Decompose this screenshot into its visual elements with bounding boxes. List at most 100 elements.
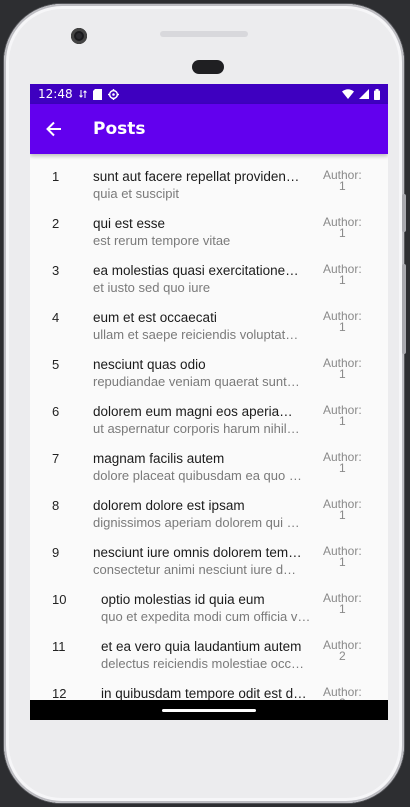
signal-icon [359, 89, 369, 99]
post-title: nesciunt iure omnis dolorem tempora et a… [93, 545, 303, 560]
wifi-icon [342, 89, 354, 99]
post-id: 12 [52, 686, 67, 701]
device-frame: 12:48 Posts 1 sunt aut facere repellat pr… [4, 4, 406, 803]
post-list-item[interactable]: 5 nesciunt quas odio repudiandae veniam qu… [30, 342, 388, 389]
post-content: dolorem dolore est ipsam dignissimos aper… [93, 498, 303, 531]
earpiece-speaker [192, 60, 224, 74]
post-id: 6 [52, 404, 60, 419]
post-body: delectus reiciendis molestiae occaecati … [101, 656, 311, 671]
post-id: 5 [52, 357, 60, 372]
post-author: Author:2 [323, 639, 368, 663]
post-id: 7 [52, 451, 60, 466]
post-list-item[interactable]: 3 ea molestias quasi exercitationem repel… [30, 248, 388, 295]
settings-gear-icon [107, 88, 119, 100]
home-gesture-pill[interactable] [162, 709, 256, 712]
post-title: ea molestias quasi exercitationem repell… [93, 263, 303, 278]
post-body: et iusto sed quo iure [93, 280, 211, 295]
post-list-item[interactable]: 9 nesciunt iure omnis dolorem tempora et … [30, 530, 388, 577]
navigation-bar [30, 700, 388, 720]
post-author: Author: 1 [323, 592, 368, 616]
app-screen: 12:48 Posts 1 sunt aut facere repellat pr… [30, 84, 388, 720]
post-content: nesciunt iure omnis dolorem tempora et a… [93, 545, 303, 578]
post-content: nesciunt quas odio repudiandae veniam qua… [93, 357, 303, 390]
post-content: dolorem eum magni eos aperiam quia ut asp… [93, 404, 303, 437]
post-id: 1 [52, 169, 60, 184]
volume-button [402, 194, 406, 232]
author-id: 1 [339, 461, 346, 475]
post-author: Author: 1 [323, 216, 368, 240]
post-list-item[interactable]: 7 magnam facilis autem dolore placeat quib… [30, 436, 388, 483]
author-id: 1 [339, 273, 346, 287]
post-title: nesciunt quas odio [93, 357, 206, 372]
page-title: Posts [93, 119, 146, 139]
post-body: repudiandae veniam quaerat sunt sed [93, 374, 303, 389]
author-id: 2 [339, 649, 346, 663]
post-list-item[interactable]: 2 qui est esse est rerum tempore vitae Auth… [30, 201, 388, 248]
post-title: et ea vero quia laudantium autem [101, 639, 302, 654]
post-list[interactable]: 1 sunt aut facere repellat provident occa… [30, 154, 388, 718]
post-body: dignissimos aperiam dolorem qui eum [93, 515, 303, 530]
app-bar: Posts [30, 104, 388, 154]
post-content: optio molestias id quia eum quo et expedi… [101, 592, 311, 625]
author-id: 1 [339, 602, 346, 616]
post-content: magnam facilis autem dolore placeat quibu… [93, 451, 303, 484]
post-body: quo et expedita modi cum officia vel mag… [101, 609, 311, 624]
power-button [402, 264, 406, 354]
author-id: 1 [339, 367, 346, 381]
post-body: consectetur animi nesciunt iure dolore [93, 562, 303, 577]
post-author: Author: 1 [323, 545, 368, 569]
post-list-item[interactable]: 4 eum et est occaecati ullam et saepe reic… [30, 295, 388, 342]
post-content: sunt aut facere repellat provident occae… [93, 169, 303, 202]
post-title: sunt aut facere repellat provident occae… [93, 169, 303, 184]
author-id: 1 [339, 179, 346, 193]
post-author: Author: 1 [323, 169, 368, 193]
post-list-item[interactable]: 10 optio molestias id quia eum quo et expe… [30, 577, 388, 624]
post-title: optio molestias id quia eum [101, 592, 265, 607]
post-author: Author: 1 [323, 498, 368, 522]
back-button[interactable] [30, 104, 78, 154]
device-top-speaker [160, 31, 248, 37]
post-title: dolorem eum magni eos aperiam quia [93, 404, 303, 419]
post-author: Author: 1 [323, 310, 368, 334]
post-title: qui est esse [93, 216, 166, 231]
post-id: 3 [52, 263, 60, 278]
author-id: 1 [339, 508, 346, 522]
arrow-back-icon [46, 121, 61, 137]
post-title: eum et est occaecati [93, 310, 217, 325]
post-author: Author: 1 [323, 404, 368, 428]
author-id: 1 [339, 320, 346, 334]
post-author: Author: 1 [323, 263, 368, 287]
post-author: Author: 1 [323, 451, 368, 475]
post-body: dolore placeat quibusdam ea quo vitae [93, 468, 303, 483]
status-bar: 12:48 [30, 84, 388, 104]
post-content: et ea vero quia laudantium autem delectus… [101, 639, 311, 672]
post-body: quia et suscipit [93, 186, 179, 201]
post-body: ullam et saepe reiciendis voluptatem adi… [93, 327, 303, 342]
post-body: est rerum tempore vitae [93, 233, 231, 248]
post-id: 11 [52, 639, 66, 654]
author-id: 1 [339, 414, 346, 428]
post-content: ea molestias quasi exercitationem repell… [93, 263, 303, 296]
post-author: Author: 1 [323, 357, 368, 381]
front-camera [71, 28, 87, 44]
post-body: ut aspernatur corporis harum nihil quis [93, 421, 303, 436]
author-id: 1 [339, 555, 346, 569]
battery-icon [374, 88, 380, 100]
post-id: 9 [52, 545, 60, 560]
author-id: 1 [339, 226, 346, 240]
post-content: eum et est occaecati ullam et saepe reici… [93, 310, 303, 343]
post-list-item[interactable]: 8 dolorem dolore est ipsam dignissimos ape… [30, 483, 388, 530]
post-id: 4 [52, 310, 60, 325]
post-id: 8 [52, 498, 60, 513]
post-list-item[interactable]: 6 dolorem eum magni eos aperiam quia ut as… [30, 389, 388, 436]
sd-card-icon [92, 88, 102, 100]
status-time: 12:48 [38, 87, 73, 101]
post-id: 2 [52, 216, 60, 231]
post-content: qui est esse est rerum tempore vitae [93, 216, 303, 249]
post-id: 10 [52, 592, 67, 607]
post-list-item[interactable]: 11 et ea vero quia laudantium autem delect… [30, 624, 388, 671]
post-title: dolorem dolore est ipsam [93, 498, 245, 513]
post-title: magnam facilis autem [93, 451, 225, 466]
post-list-item[interactable]: 1 sunt aut facere repellat provident occa… [30, 154, 388, 201]
data-transfer-icon [78, 90, 87, 98]
